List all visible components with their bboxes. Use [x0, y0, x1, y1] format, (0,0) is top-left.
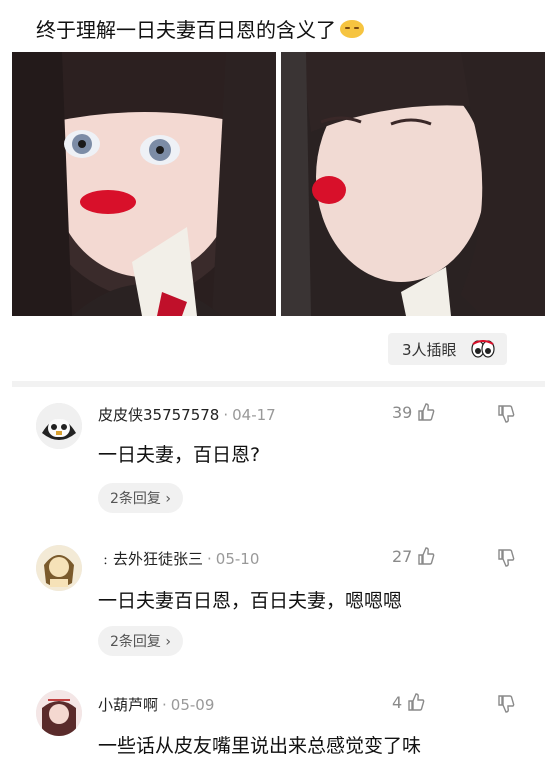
smirk-emoji-icon — [340, 19, 364, 38]
post-image-1[interactable] — [12, 52, 276, 316]
section-divider — [12, 381, 545, 387]
post-title: 终于理解一日夫妻百日恩的含义了 — [36, 14, 364, 43]
thumbs-down-icon[interactable] — [496, 548, 516, 568]
comment-date: 05-09 — [170, 696, 215, 714]
comment-header: 皮皮侠35757578 · 04-17 — [98, 406, 276, 424]
comment-text: 一日夫妻，百日恩? — [98, 444, 261, 466]
thumbs-up-icon — [418, 547, 435, 565]
view-replies-button[interactable]: 2条回复 › — [98, 626, 183, 656]
like-count: 39 — [392, 402, 413, 422]
avatar[interactable] — [36, 690, 82, 736]
comment-text: 一些话从皮友嘴里说出来总感觉变了味 — [98, 735, 422, 757]
post-image-2[interactable] — [281, 52, 545, 316]
replies-label: 2条回复 › — [110, 491, 171, 507]
like-count: 27 — [392, 546, 413, 566]
comment-username[interactable]: 皮皮侠35757578 — [98, 406, 219, 424]
thumbs-up-icon — [408, 693, 425, 711]
comment-date: 05-10 — [215, 550, 260, 568]
thumbs-down-icon[interactable] — [496, 694, 516, 714]
reaction-pill[interactable]: 3人插眼 — [388, 333, 507, 365]
comment-text: 一日夫妻百日恩，百日夫妻，嗯嗯嗯 — [98, 590, 403, 612]
selfie-tongue-image — [12, 52, 276, 316]
avatar[interactable] — [36, 545, 82, 591]
comment-date: 04-17 — [232, 406, 276, 424]
replies-label: 2条回复 › — [110, 634, 171, 650]
eyes-icon — [470, 340, 495, 358]
like-button[interactable]: 39 — [392, 402, 436, 422]
reaction-label: 3人插眼 — [402, 340, 457, 359]
thumbs-up-icon — [418, 403, 435, 421]
comment-header: 小葫芦啊 · 05-09 — [98, 696, 215, 714]
view-replies-button[interactable]: 2条回复 › — [98, 483, 183, 513]
comment-username[interactable]: ﹕去外狂徒张三 — [98, 550, 203, 568]
comment-header: ﹕去外狂徒张三 · 05-10 — [98, 550, 260, 568]
selfie-kiss-image — [281, 52, 545, 316]
post-title-text: 终于理解一日夫妻百日恩的含义了 — [36, 18, 336, 42]
like-button[interactable]: 4 — [392, 692, 426, 712]
like-button[interactable]: 27 — [392, 546, 436, 566]
like-count: 4 — [392, 692, 403, 712]
comment-username[interactable]: 小葫芦啊 — [98, 696, 158, 714]
avatar[interactable] — [36, 403, 82, 449]
thumbs-down-icon[interactable] — [496, 404, 516, 424]
